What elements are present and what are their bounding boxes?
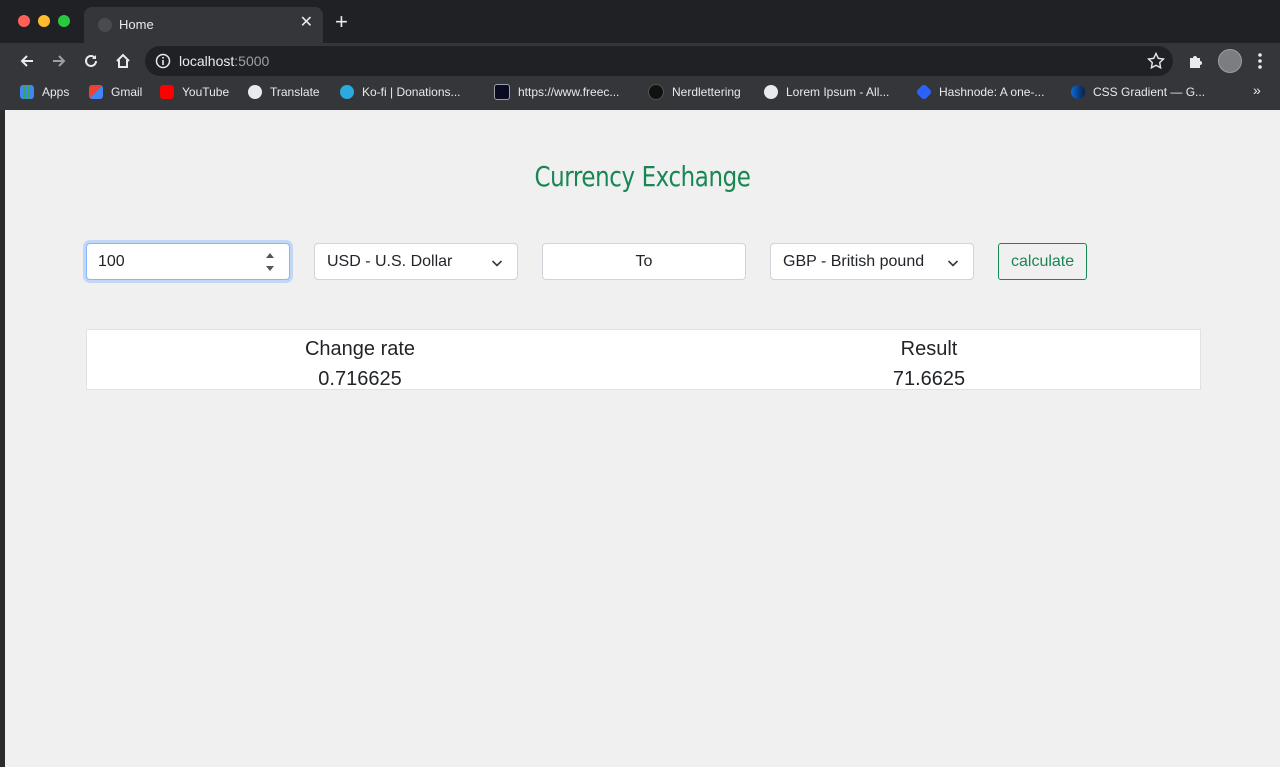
forward-icon[interactable] (47, 49, 71, 73)
bookmark-freecodecamp[interactable]: https://www.freec... (494, 83, 619, 101)
chevron-down-icon (947, 256, 959, 274)
change-rate-column: Change rate 0.716625 (160, 334, 560, 394)
nerdlettering-icon (648, 84, 664, 100)
back-icon[interactable] (15, 49, 39, 73)
bookmark-apps[interactable]: Apps (20, 83, 69, 101)
gmail-icon (89, 85, 103, 99)
bookmark-kofi[interactable]: Ko-fi | Donations... (340, 83, 461, 101)
new-tab-button[interactable]: + (335, 11, 348, 33)
window-close-button[interactable] (18, 15, 30, 27)
address-bar[interactable]: localhost:5000 (145, 46, 1173, 76)
change-rate-value: 0.716625 (318, 368, 402, 390)
apps-grid-icon (20, 85, 34, 99)
url-text: localhost:5000 (179, 53, 270, 69)
page-title: Currency Exchange (534, 160, 751, 193)
amount-input[interactable]: 100 (86, 243, 290, 280)
calculate-button[interactable]: calculate (998, 243, 1088, 280)
chevron-down-icon (491, 256, 503, 274)
tab-title: Home (119, 17, 154, 32)
tab-close-icon[interactable]: ✕ (300, 14, 313, 32)
more-bookmarks-icon[interactable]: » (1253, 82, 1261, 98)
home-icon[interactable] (111, 49, 135, 73)
from-currency-value: USD - U.S. Dollar (327, 252, 453, 270)
number-spinner[interactable] (265, 252, 275, 272)
tab-home[interactable]: Home ✕ (84, 7, 323, 43)
bookmark-gmail[interactable]: Gmail (89, 83, 142, 101)
css-gradient-icon (1071, 85, 1085, 99)
globe-icon (248, 85, 262, 99)
globe-icon (764, 85, 778, 99)
bookmark-youtube[interactable]: YouTube (160, 83, 229, 101)
bookmark-nerdlettering[interactable]: Nerdlettering (648, 83, 741, 101)
to-currency-select[interactable]: GBP - British pound (770, 243, 974, 280)
bookmark-hashnode[interactable]: Hashnode: A one-... (915, 83, 1044, 101)
page-content: Currency Exchange 100 USD - U.S. Dollar … (5, 110, 1280, 767)
hashnode-icon (915, 83, 933, 101)
reload-icon[interactable] (79, 49, 103, 73)
freecodecamp-icon (494, 84, 510, 100)
result-column: Result 71.6625 (729, 334, 1129, 394)
result-value: 71.6625 (892, 368, 966, 390)
youtube-icon (160, 85, 174, 99)
site-info-icon[interactable] (155, 53, 171, 74)
amount-value: 100 (98, 252, 125, 270)
to-label-field: To (542, 243, 746, 280)
result-label: Result (900, 338, 958, 360)
bookmark-lorem-ipsum[interactable]: Lorem Ipsum - All... (764, 83, 889, 101)
spinner-down-icon (266, 266, 274, 271)
to-currency-value: GBP - British pound (783, 252, 925, 270)
to-label: To (635, 252, 653, 270)
extensions-puzzle-icon[interactable] (1187, 52, 1205, 75)
browser-menu-icon[interactable] (1257, 52, 1263, 75)
kofi-icon (340, 85, 354, 99)
bookmark-star-icon[interactable] (1146, 51, 1166, 75)
browser-chrome: Home ✕ + localhost:5000 Apps Gmail YouTu… (0, 0, 1280, 110)
window-minimize-button[interactable] (38, 15, 50, 27)
bookmark-translate[interactable]: Translate (248, 83, 320, 101)
tab-strip: Home ✕ + (0, 0, 1280, 43)
bookmarks-bar: Apps Gmail YouTube Translate Ko-fi | Don… (0, 78, 1280, 106)
tab-favicon-icon (98, 18, 112, 32)
change-rate-label: Change rate (304, 338, 416, 360)
browser-toolbar: localhost:5000 (0, 43, 1280, 78)
profile-avatar[interactable] (1218, 49, 1242, 73)
from-currency-select[interactable]: USD - U.S. Dollar (314, 243, 518, 280)
bookmark-css-gradient[interactable]: CSS Gradient — G... (1071, 83, 1205, 101)
result-card: Change rate 0.716625 Result 71.6625 (86, 329, 1201, 390)
spinner-up-icon (266, 253, 274, 258)
window-maximize-button[interactable] (58, 15, 70, 27)
